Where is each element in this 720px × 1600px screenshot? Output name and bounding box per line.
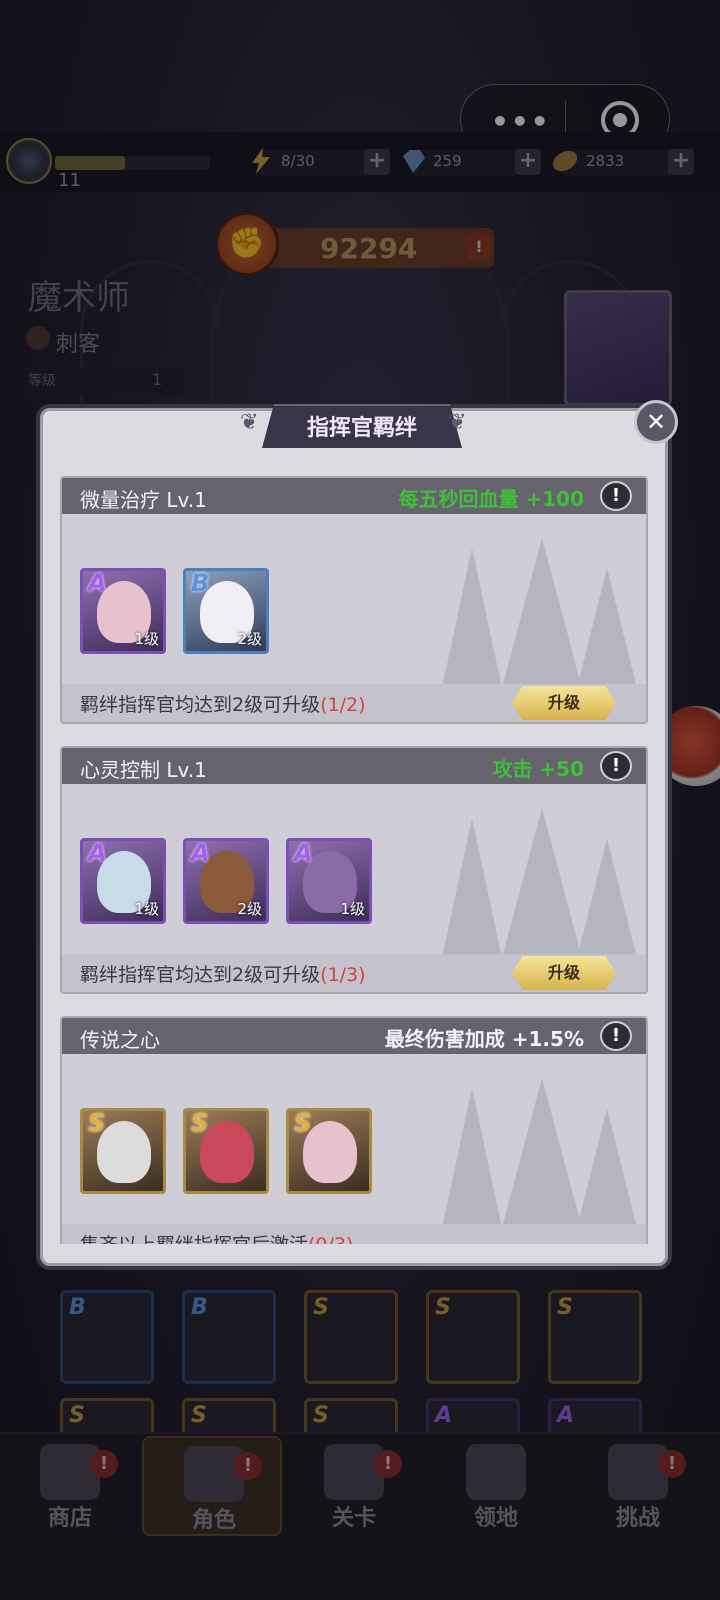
requirement-text: 集齐以上羁绊指挥官后激活 — [80, 1234, 308, 1244]
bond-requirement-bar: 羁绊指挥官均达到2级可升级(1/2) 升级 — [62, 684, 646, 722]
bond-header: 传说之心 最终伤害加成 +1.5%! — [62, 1018, 646, 1054]
bond-panel: 传说之心 最终伤害加成 +1.5%! S S S 集齐以上羁绊指挥官后激活(0/3) — [60, 1016, 648, 1244]
bond-requirement: 羁绊指挥官均达到2级可升级(1/2) — [80, 690, 366, 717]
commander-level: 1级 — [134, 630, 159, 648]
bond-panel: 心灵控制 Lv.1 攻击 +50! A 1级 A 2级 A 1级羁绊指挥官均达到2级可升级(1… — [60, 746, 648, 994]
commander-card[interactable]: S — [183, 1108, 269, 1194]
bond-panel: 微量治疗 Lv.1 每五秒回血量 +100! A 1级 B 2级羁绊指挥官均达到2级可升级… — [60, 476, 648, 724]
bond-effect: 最终伤害加成 +1.5% — [384, 1027, 584, 1051]
forest-decoration — [442, 1078, 637, 1228]
requirement-text: 羁绊指挥官均达到2级可升级 — [80, 964, 321, 986]
rarity-badge: A — [88, 569, 107, 597]
info-icon[interactable]: ! — [600, 751, 632, 781]
rarity-badge: S — [88, 1109, 106, 1137]
commander-level: 2级 — [237, 630, 262, 648]
rarity-badge: S — [294, 1109, 312, 1137]
title-ornament-right-icon: ❦ — [448, 410, 467, 435]
bond-effect: 每五秒回血量 +100 — [398, 487, 584, 511]
requirement-progress: (1/2) — [320, 694, 366, 716]
bond-list[interactable]: 微量治疗 Lv.1 每五秒回血量 +100! A 1级 B 2级 羁绊指挥官均达到2级可升级… — [60, 436, 648, 1244]
commander-card[interactable]: A 2级 — [183, 838, 269, 924]
commander-card[interactable]: A 1级 — [80, 838, 166, 924]
commander-card[interactable]: S — [80, 1108, 166, 1194]
rarity-badge: B — [191, 569, 210, 597]
commander-card[interactable]: A 1级 — [286, 838, 372, 924]
dialog-title: 指挥官羁绊 — [306, 416, 417, 441]
upgrade-button[interactable]: 升级 — [512, 956, 616, 990]
info-icon[interactable]: ! — [600, 481, 632, 511]
bond-effect: 攻击 +50 — [492, 757, 584, 781]
commander-card[interactable]: B 2级 — [183, 568, 269, 654]
commander-bond-dialog: 微量治疗 Lv.1 每五秒回血量 +100! A 1级 B 2级 羁绊指挥官均达到2级可升级… — [36, 404, 672, 1270]
commander-level: 1级 — [134, 900, 159, 918]
bond-name: 传说之心 — [80, 1028, 160, 1052]
forest-decoration — [442, 538, 637, 688]
bond-name: 心灵控制 Lv.1 — [80, 758, 207, 782]
bond-header: 微量治疗 Lv.1 每五秒回血量 +100! — [62, 478, 646, 514]
requirement-text: 羁绊指挥官均达到2级可升级 — [80, 694, 321, 716]
commander-level: 1级 — [340, 900, 365, 918]
rarity-badge: A — [88, 839, 107, 867]
forest-decoration — [442, 808, 637, 958]
commander-level: 2级 — [237, 900, 262, 918]
bond-header: 心灵控制 Lv.1 攻击 +50! — [62, 748, 646, 784]
bond-requirement-bar: 集齐以上羁绊指挥官后激活(0/3) — [62, 1224, 646, 1244]
close-icon[interactable]: ✕ — [634, 400, 678, 444]
rarity-badge: A — [191, 839, 210, 867]
upgrade-button[interactable]: 升级 — [512, 686, 616, 720]
rarity-badge: S — [191, 1109, 209, 1137]
commander-card[interactable]: A 1级 — [80, 568, 166, 654]
requirement-progress: (0/3) — [308, 1234, 353, 1244]
requirement-progress: (1/3) — [320, 964, 366, 986]
bond-name: 微量治疗 Lv.1 — [80, 488, 207, 512]
bond-requirement: 羁绊指挥官均达到2级可升级(1/3) — [80, 960, 366, 987]
bond-requirement-bar: 羁绊指挥官均达到2级可升级(1/3) 升级 — [62, 954, 646, 992]
rarity-badge: A — [294, 839, 313, 867]
commander-card[interactable]: S — [286, 1108, 372, 1194]
info-icon[interactable]: ! — [600, 1021, 632, 1051]
bond-requirement: 集齐以上羁绊指挥官后激活(0/3) — [80, 1230, 353, 1244]
